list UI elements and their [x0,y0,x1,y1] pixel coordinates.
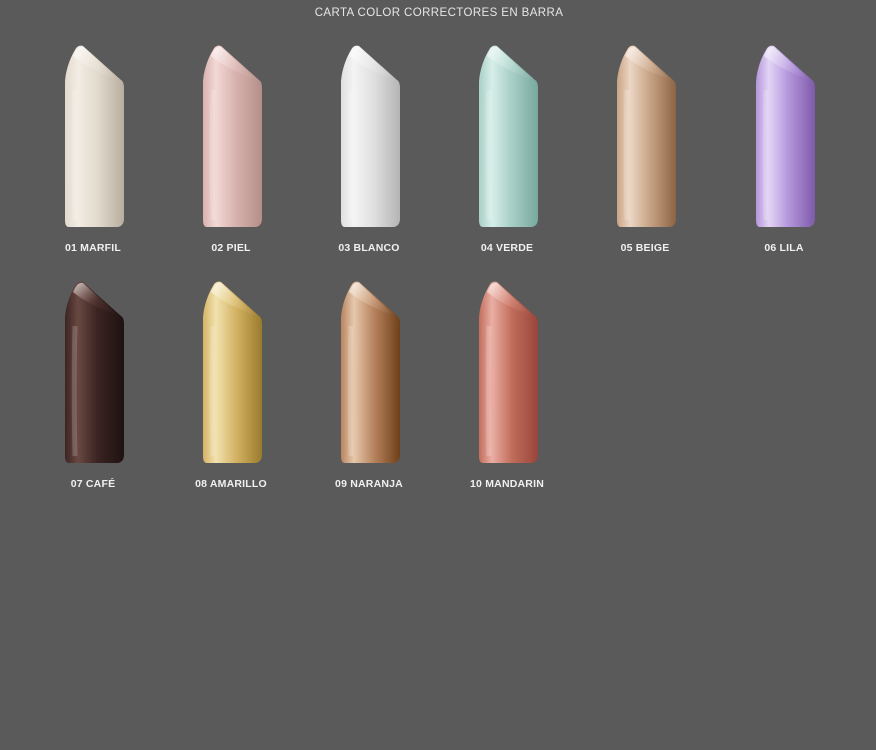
swatch-09-naranja[interactable]: 09 NARANJA [314,280,424,490]
swatch-07-cafe[interactable]: 07 CAFÉ [38,280,148,490]
stick-shine [209,89,216,221]
swatch-label: 02 PIEL [211,242,251,254]
concealer-stick-icon [203,281,262,463]
swatch-10-mandarin[interactable]: 10 MANDARIN [452,280,562,490]
swatch-05-beige[interactable]: 05 BEIGE [590,44,700,254]
swatch-03-blanco[interactable]: 03 BLANCO [314,44,424,254]
stick-shine [347,89,354,221]
swatch-label: 08 AMARILLO [195,478,267,490]
concealer-stick-icon [479,45,538,228]
swatch-01-marfil[interactable]: 01 MARFIL [38,44,148,254]
swatch-label: 03 BLANCO [338,242,400,254]
concealer-stick-icon [341,281,400,463]
swatch-04-verde[interactable]: 04 VERDE [452,44,562,254]
concealer-stick-icon [203,45,262,228]
swatch-02-piel[interactable]: 02 PIEL [176,44,286,254]
swatch-08-amarillo[interactable]: 08 AMARILLO [176,280,286,490]
swatch-label: 10 MANDARIN [470,478,544,490]
stick-shine [485,89,492,221]
concealer-stick-icon [65,281,124,463]
swatch-label: 09 NARANJA [335,478,403,490]
stick-shine [762,89,769,221]
stick-shine [71,89,78,221]
stick-shine [623,89,630,221]
concealer-stick-icon [756,45,815,228]
swatch-label: 01 MARFIL [64,242,122,254]
stick-shine [485,325,492,457]
swatch-label: 06 LILA [764,242,804,254]
concealer-stick-icon [341,45,400,228]
page-title: CARTA COLOR CORRECTORES EN BARRA [314,7,564,19]
swatch-label: 04 VERDE [480,242,534,254]
swatch-06-lila[interactable]: 06 LILA [729,44,839,254]
concealer-stick-icon [65,45,124,228]
swatch-label: 07 CAFÉ [70,478,116,490]
stick-shine [71,325,78,457]
stick-shine [347,325,354,457]
stick-shine [209,325,216,457]
concealer-stick-icon [617,45,676,228]
swatch-label: 05 BEIGE [620,242,670,254]
concealer-stick-icon [479,281,538,463]
